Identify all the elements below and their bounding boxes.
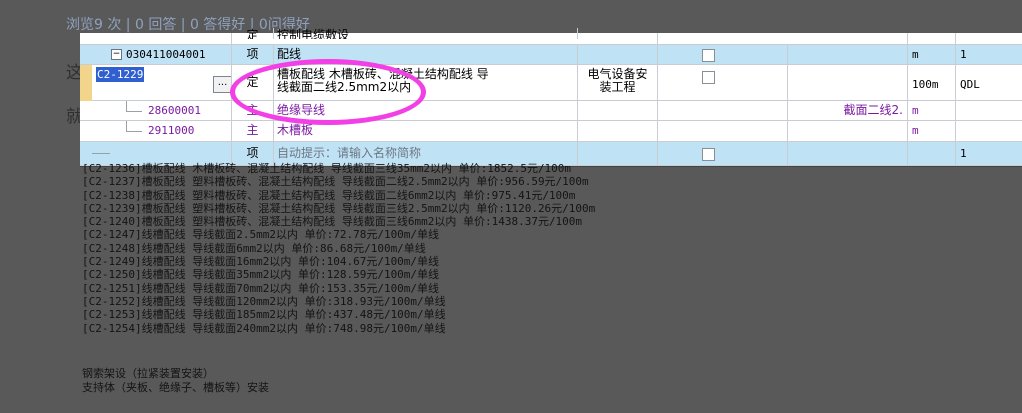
table-row-selected[interactable]: C2-1229 ... 定 槽板配线 木槽板砖、混凝土结构配线 导 线截面二线2… xyxy=(80,65,1022,101)
tree-node[interactable]: 钢索架设（拉紧装置安装） xyxy=(82,367,214,380)
item-type: 主 xyxy=(232,101,274,120)
item-name[interactable]: 槽板配线 木槽板砖、混凝土结构配线 导 线截面二线2.5mm2以内 xyxy=(274,65,578,100)
item-name[interactable]: 配线 xyxy=(274,45,578,64)
list-item[interactable]: [C2-1237]槽板配线 塑料槽板砖、混凝土结构配线 导线截面二线2.5mm2… xyxy=(82,175,595,188)
list-item[interactable]: [C2-1249]线槽配线 导线截面16mm2以内 单价:104.67元/100… xyxy=(82,255,595,268)
tree-node[interactable]: 支持体（夹板、绝缘子、槽板等）安装 xyxy=(82,381,269,394)
item-code: 2911000 xyxy=(148,124,195,137)
item-unit: m xyxy=(908,45,956,64)
list-item[interactable]: [C2-1251]线槽配线 导线截面70mm2以内 单价:153.35元/100… xyxy=(82,282,595,295)
item-code: 030411004001 xyxy=(126,48,206,61)
item-qty: 1 xyxy=(960,48,967,61)
suggestion-list: [C2-1236]槽板配线 木槽板砖、混凝土结构配线 导线截面三线35mm2以内… xyxy=(82,162,595,335)
item-name[interactable]: 绝缘导线 xyxy=(274,101,578,120)
table-row[interactable]: − 030411004001 项 配线 m 1 xyxy=(80,45,1022,65)
item-spec: 截面二线2. xyxy=(788,101,908,120)
table-row[interactable]: 2911000 主 木槽板 m xyxy=(80,121,1022,142)
item-code: 28600001 xyxy=(148,104,201,117)
collapse-toggle[interactable]: − xyxy=(111,49,122,60)
item-name[interactable]: 木槽板 xyxy=(274,121,578,141)
table-row[interactable]: 28600001 主 绝缘导线 截面二线2. m xyxy=(80,101,1022,121)
quota-grid: 定 控制电缆敷设 − 030411004001 项 配线 m 1 C2-1229… xyxy=(80,28,1022,166)
item-unit: m xyxy=(908,121,956,141)
item-unit: 100m xyxy=(908,65,956,100)
list-item[interactable]: [C2-1236]槽板配线 木槽板砖、混凝土结构配线 导线截面三线35mm2以内… xyxy=(82,162,595,175)
item-unit: m xyxy=(908,101,956,120)
checkbox[interactable] xyxy=(702,49,715,62)
list-item[interactable]: [C2-1250]线槽配线 导线截面35mm2以内 单价:128.59元/100… xyxy=(82,268,595,281)
code-input[interactable]: C2-1229 xyxy=(96,67,145,82)
checkbox[interactable] xyxy=(702,148,715,161)
list-item[interactable]: [C2-1252]线槽配线 导线截面120mm2以内 单价:318.93元/10… xyxy=(82,295,595,308)
browse-button[interactable]: ... xyxy=(213,76,231,93)
item-type: 主 xyxy=(232,121,274,141)
item-qty: 1 xyxy=(960,147,967,160)
list-item[interactable]: [C2-1240]槽板配线 塑料槽板砖、混凝土结构配线 导线截面三线6mm2以内… xyxy=(82,215,595,228)
list-item[interactable]: [C2-1238]槽板配线 塑料槽板砖、混凝土结构配线 导线截面二线6mm2以内… xyxy=(82,189,595,202)
list-item[interactable]: [C2-1248]线槽配线 导线截面6mm2以内 单价:86.68元/100m/… xyxy=(82,242,595,255)
item-qty: QDL xyxy=(960,78,980,91)
list-item[interactable]: [C2-1253]线槽配线 导线截面185mm2以内 单价:437.48元/10… xyxy=(82,308,595,321)
item-discipline: 电气设备安 装工程 xyxy=(578,65,658,100)
list-item[interactable]: [C2-1247]线槽配线 导线截面2.5mm2以内 单价:72.78元/100… xyxy=(82,228,595,241)
item-type: 项 xyxy=(232,45,274,64)
item-type: 定 xyxy=(232,65,274,100)
checkbox[interactable] xyxy=(702,71,715,84)
table-row-partial[interactable]: 定 控制电缆敷设 xyxy=(80,28,1022,45)
list-item[interactable]: [C2-1254]线槽配线 导线截面240mm2以内 单价:748.98元/10… xyxy=(82,322,595,335)
list-item[interactable]: [C2-1239]槽板配线 塑料槽板砖、混凝土结构配线 导线截面三线2.5mm2… xyxy=(82,202,595,215)
